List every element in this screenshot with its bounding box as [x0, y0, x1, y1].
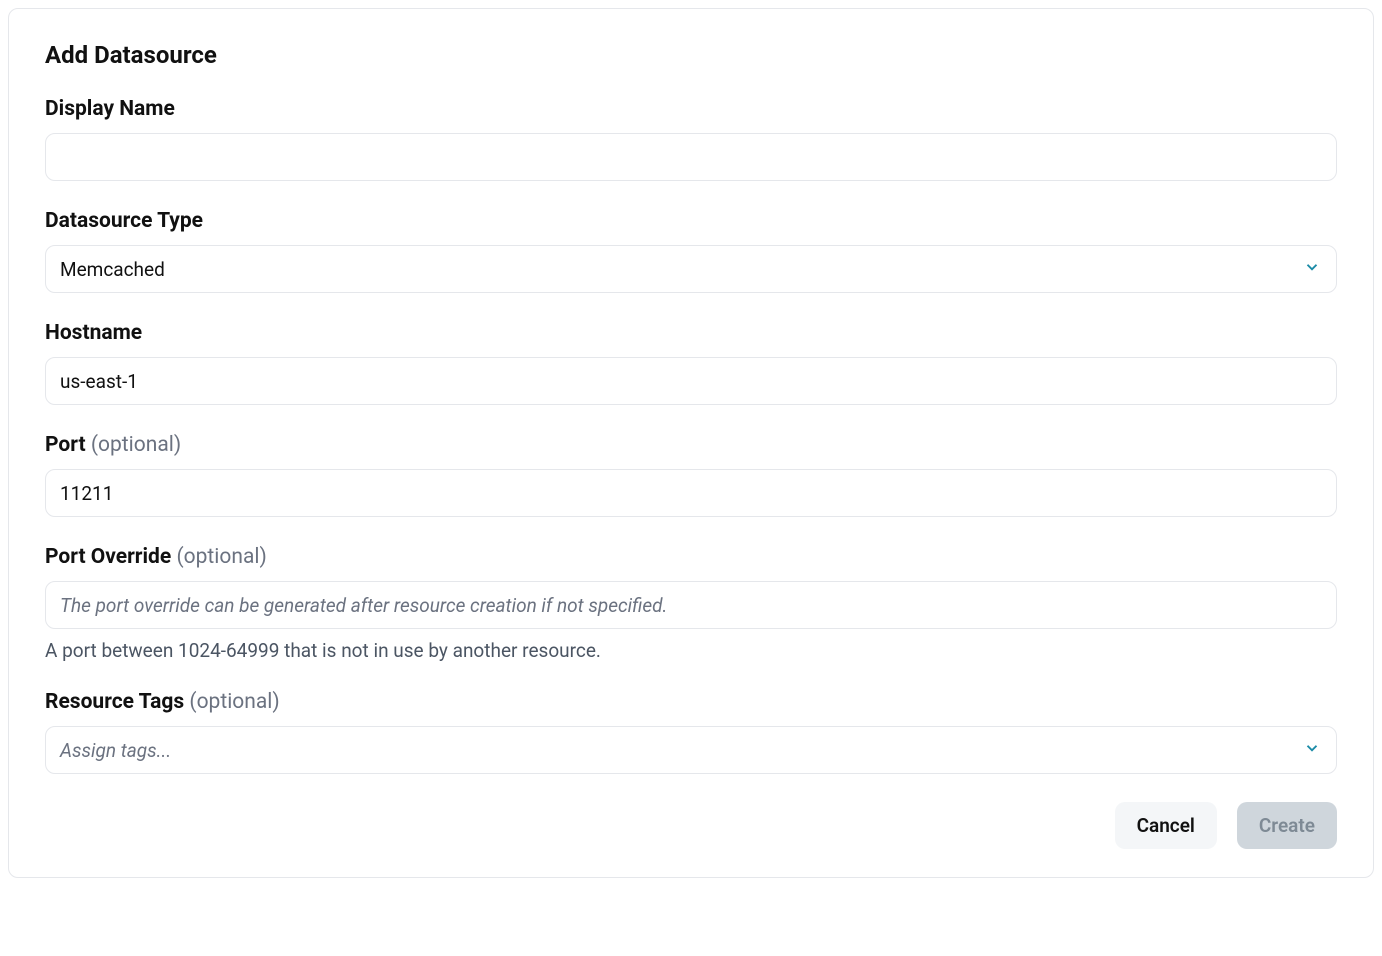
add-datasource-panel: Add Datasource Display Name Datasource T…: [8, 8, 1374, 878]
display-name-label: Display Name: [45, 97, 1337, 121]
cancel-button[interactable]: Cancel: [1115, 802, 1217, 849]
field-display-name: Display Name: [45, 97, 1337, 181]
field-resource-tags: Resource Tags (optional) Assign tags...: [45, 690, 1337, 774]
port-override-input[interactable]: [45, 581, 1337, 629]
display-name-input[interactable]: [45, 133, 1337, 181]
field-datasource-type: Datasource Type Memcached: [45, 209, 1337, 293]
port-override-optional-text: (optional): [176, 545, 266, 569]
port-override-help: A port between 1024-64999 that is not in…: [45, 639, 1337, 662]
field-hostname: Hostname: [45, 321, 1337, 405]
create-button[interactable]: Create: [1237, 802, 1337, 849]
port-label: Port (optional): [45, 433, 1337, 457]
port-optional-text: (optional): [91, 433, 181, 457]
port-label-text: Port: [45, 433, 86, 457]
panel-title: Add Datasource: [45, 41, 1337, 69]
port-input[interactable]: [45, 469, 1337, 517]
datasource-type-selected: Memcached: [60, 258, 165, 281]
hostname-label: Hostname: [45, 321, 1337, 345]
form-actions: Cancel Create: [45, 802, 1337, 849]
resource-tags-label: Resource Tags (optional): [45, 690, 1337, 714]
hostname-input[interactable]: [45, 357, 1337, 405]
resource-tags-label-text: Resource Tags: [45, 690, 184, 714]
datasource-type-label: Datasource Type: [45, 209, 1337, 233]
field-port: Port (optional): [45, 433, 1337, 517]
resource-tags-optional-text: (optional): [189, 690, 279, 714]
field-port-override: Port Override (optional) A port between …: [45, 545, 1337, 662]
port-override-label-text: Port Override: [45, 545, 171, 569]
port-override-label: Port Override (optional): [45, 545, 1337, 569]
datasource-type-select[interactable]: Memcached: [45, 245, 1337, 293]
resource-tags-placeholder: Assign tags...: [60, 739, 171, 762]
resource-tags-select[interactable]: Assign tags...: [45, 726, 1337, 774]
